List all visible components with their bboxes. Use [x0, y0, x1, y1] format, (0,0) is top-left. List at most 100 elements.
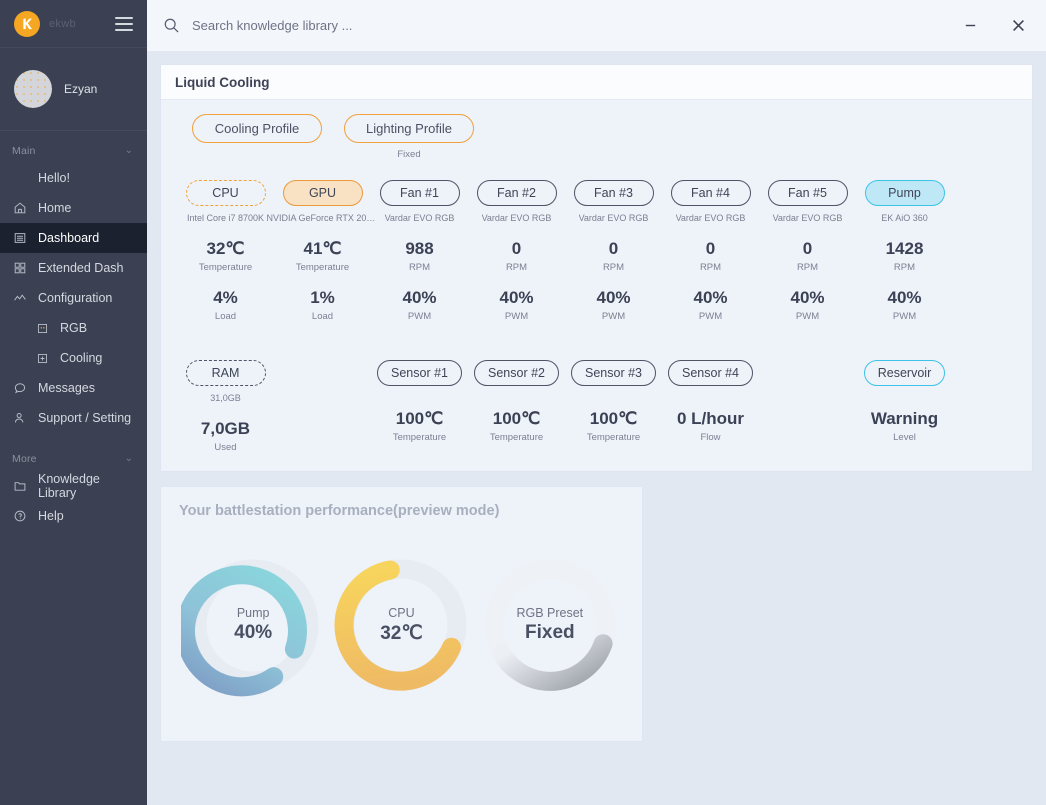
cooling-icon: [34, 350, 50, 366]
metric-value: 1%: [310, 288, 335, 308]
lighting-profile-sub: Fixed: [397, 149, 420, 160]
main-area: Liquid Cooling Cooling Profile - Lightin…: [147, 0, 1046, 805]
chevron-down-icon: ⌄: [125, 146, 133, 156]
chip-fan-3[interactable]: Fan #3: [574, 180, 654, 206]
metric-value: 988: [405, 239, 433, 259]
chip-sub: Vardar EVO RGB: [482, 213, 552, 223]
metric-value: 40%: [402, 288, 436, 308]
chevron-down-icon: ⌄: [125, 454, 133, 464]
chip-reservoir[interactable]: Reservoir: [864, 360, 946, 386]
metric-value: 0: [506, 239, 527, 259]
chip-cpu[interactable]: CPU: [186, 180, 266, 206]
metric-value: 100℃: [490, 409, 543, 429]
metric-label: Load: [310, 311, 335, 322]
performance-panel: Your battlestation performance(preview m…: [160, 486, 643, 742]
metric-primary: 7,0GB Used: [201, 419, 250, 453]
metric-label: Temperature: [490, 432, 543, 443]
brand-row: ekwb: [0, 0, 147, 48]
metric-label: Load: [213, 311, 238, 322]
donut-cpu[interactable]: CPU 32℃: [329, 553, 473, 697]
chip-fan-1[interactable]: Fan #1: [380, 180, 460, 206]
device-sensor-4: Sensor #4 0 L/hour Flow: [662, 360, 759, 443]
sidebar-item-help[interactable]: Help: [0, 501, 147, 531]
performance-title: Your battlestation performance(preview m…: [179, 503, 624, 519]
sidebar-item-support-setting[interactable]: Support / Setting: [0, 403, 147, 433]
metric-value: 40%: [596, 288, 630, 308]
metric-secondary: 40% PWM: [402, 288, 436, 322]
liquid-cooling-card: Liquid Cooling Cooling Profile - Lightin…: [160, 64, 1033, 472]
sidebar-item-home[interactable]: Home: [0, 193, 147, 223]
user-profile[interactable]: Ezyan: [0, 48, 147, 131]
dashboard-icon: [12, 230, 28, 246]
metric-primary: 1428 RPM: [886, 239, 924, 273]
brand-name: ekwb: [49, 18, 106, 30]
lighting-profile-button[interactable]: Lighting Profile: [344, 114, 474, 143]
metric-value: 40%: [693, 288, 727, 308]
metric-label: RPM: [886, 262, 924, 273]
chip-sub: 31,0GB: [210, 393, 241, 403]
metric-primary: 100℃ Temperature: [490, 409, 543, 443]
sidebar-item-messages[interactable]: Messages: [0, 373, 147, 403]
app-window: ekwb Ezyan Main ⌄ Hello! Home: [0, 0, 1046, 805]
chip-gpu[interactable]: GPU: [283, 180, 363, 206]
metric-value: 0: [603, 239, 624, 259]
topbar: [147, 0, 1046, 52]
sidebar-section-main[interactable]: Main ⌄: [0, 139, 147, 163]
grid-icon: [12, 260, 28, 276]
metric-primary: 0 RPM: [797, 239, 818, 273]
device-ram: RAM 31,0GB 7,0GB Used: [177, 360, 274, 453]
folder-icon: [12, 478, 28, 494]
donut-pump[interactable]: Pump 40%: [181, 553, 325, 697]
sidebar-section-label: More: [12, 453, 37, 465]
chip-sensor-2[interactable]: Sensor #2: [474, 360, 559, 386]
search-input[interactable]: [192, 18, 940, 33]
device-sensor-3: Sensor #3 100℃ Temperature: [565, 360, 662, 443]
device-gpu: GPU NVIDIA GeForce RTX 2080 SI 41℃ Tempe…: [274, 180, 371, 322]
page-title: Liquid Cooling: [175, 75, 1018, 90]
metric-primary: 0 RPM: [603, 239, 624, 273]
sidebar-item-extended-dash[interactable]: Extended Dash: [0, 253, 147, 283]
device-fan-1: Fan #1 Vardar EVO RGB 988 RPM 40% PWM: [371, 180, 468, 322]
metric-primary: 988 RPM: [405, 239, 433, 273]
metric-label: Flow: [677, 432, 744, 443]
chip-pump[interactable]: Pump: [865, 180, 945, 206]
donut-center: CPU 32℃: [329, 553, 473, 697]
chip-sensor-3[interactable]: Sensor #3: [571, 360, 656, 386]
close-icon[interactable]: [1000, 8, 1036, 44]
metric-primary: Warning Level: [871, 409, 938, 443]
sidebar-item-label: Support / Setting: [38, 411, 131, 425]
message-icon: [12, 380, 28, 396]
chip-fan-2[interactable]: Fan #2: [477, 180, 557, 206]
chip-sub: Vardar EVO RGB: [385, 213, 455, 223]
hamburger-icon[interactable]: [115, 17, 133, 31]
chip-sub: Intel Core i7 8700K: [187, 213, 264, 223]
metric-primary: 100℃ Temperature: [393, 409, 446, 443]
metric-label: Temperature: [296, 262, 349, 273]
chip-fan-5[interactable]: Fan #5: [768, 180, 848, 206]
minimize-icon[interactable]: [952, 8, 988, 44]
sidebar-item-hello[interactable]: Hello!: [0, 163, 147, 193]
sidebar-item-label: RGB: [60, 321, 87, 335]
chip-sensor-1[interactable]: Sensor #1: [377, 360, 462, 386]
chip-ram[interactable]: RAM: [186, 360, 266, 386]
device-reservoir: Reservoir Warning Level: [856, 360, 953, 443]
profile-name: Ezyan: [64, 82, 97, 96]
chip-fan-4[interactable]: Fan #4: [671, 180, 751, 206]
sidebar-item-cooling[interactable]: Cooling: [0, 343, 147, 373]
sidebar-item-dashboard[interactable]: Dashboard: [0, 223, 147, 253]
sidebar-section-more[interactable]: More ⌄: [0, 447, 147, 471]
cooling-profile-group: Cooling Profile -: [192, 114, 322, 160]
sidebar-item-configuration[interactable]: Configuration: [0, 283, 147, 313]
metric-value: 7,0GB: [201, 419, 250, 439]
donut-center: Pump 40%: [181, 553, 325, 697]
search-icon[interactable]: [163, 17, 180, 34]
metric-value: 0: [797, 239, 818, 259]
metric-label: Temperature: [587, 432, 640, 443]
cooling-profile-button[interactable]: Cooling Profile: [192, 114, 322, 143]
sidebar-item-knowledge-library[interactable]: Knowledge Library: [0, 471, 147, 501]
donut-value: Fixed: [525, 622, 575, 644]
chip-sensor-4[interactable]: Sensor #4: [668, 360, 753, 386]
donut-rgb-preset[interactable]: RGB Preset Fixed: [478, 553, 622, 697]
card-header: Liquid Cooling: [161, 65, 1032, 100]
sidebar-item-rgb[interactable]: RGB: [0, 313, 147, 343]
